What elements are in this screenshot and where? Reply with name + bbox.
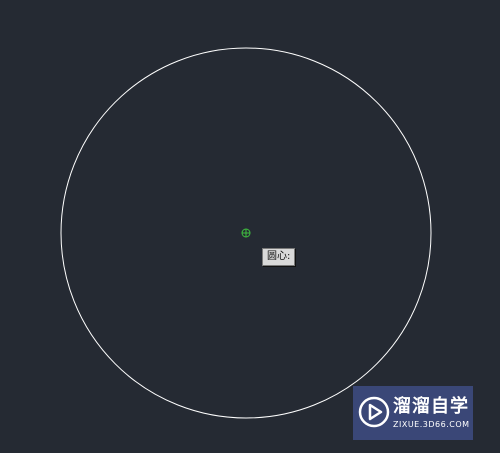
snap-tooltip: 圆心: (262, 248, 296, 266)
watermark-url: ZIXUE.3D66.COM (393, 420, 470, 429)
watermark-title: 溜溜自学 (393, 396, 469, 417)
drawing-canvas[interactable]: 圆心: 溜溜自学 ZIXUE.3D66.COM (0, 0, 500, 453)
center-snap-marker-icon (241, 228, 251, 238)
watermark: 溜溜自学 ZIXUE.3D66.COM (353, 386, 473, 440)
play-logo-icon (358, 396, 390, 428)
